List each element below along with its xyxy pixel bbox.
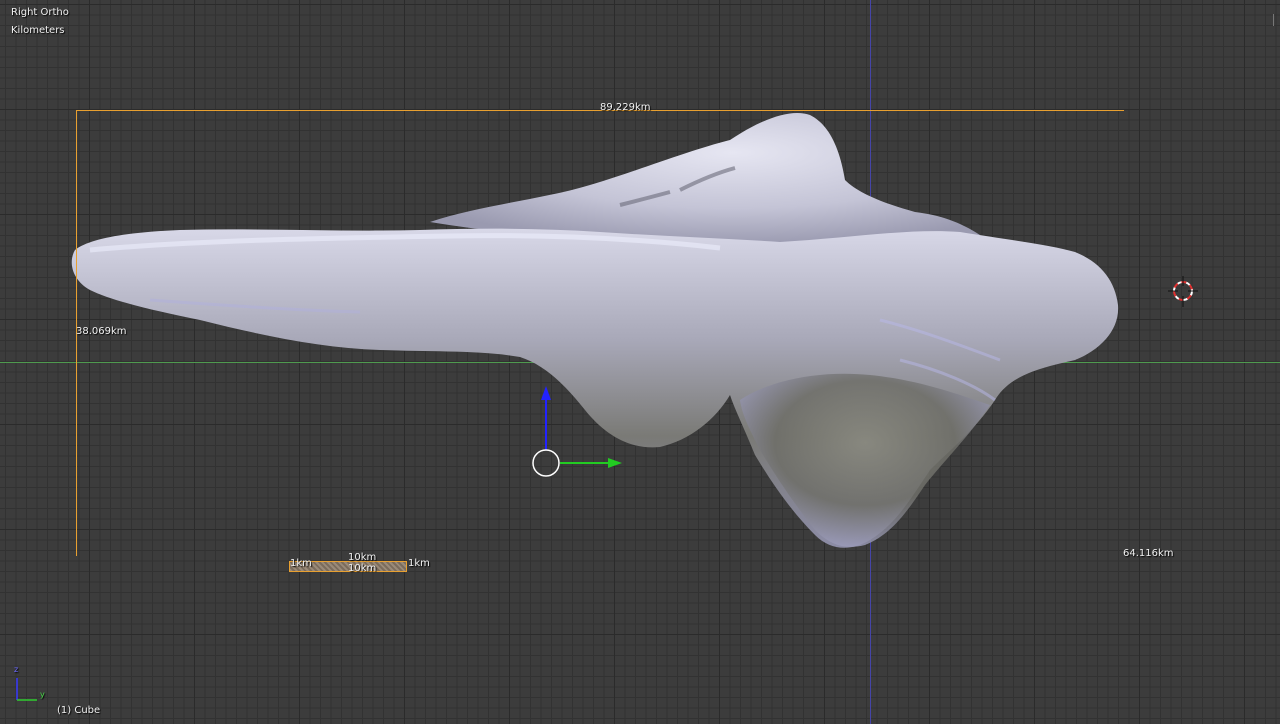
area-split-corner-icon[interactable] <box>1273 14 1280 26</box>
3d-viewport[interactable]: 89.229km 38.069km 64.116km 1km 10km 10km… <box>0 0 1280 724</box>
mini-axis-y-label: y <box>40 690 45 699</box>
mini-axis-z-label: z <box>14 665 19 674</box>
mini-axes-icon <box>16 678 37 701</box>
